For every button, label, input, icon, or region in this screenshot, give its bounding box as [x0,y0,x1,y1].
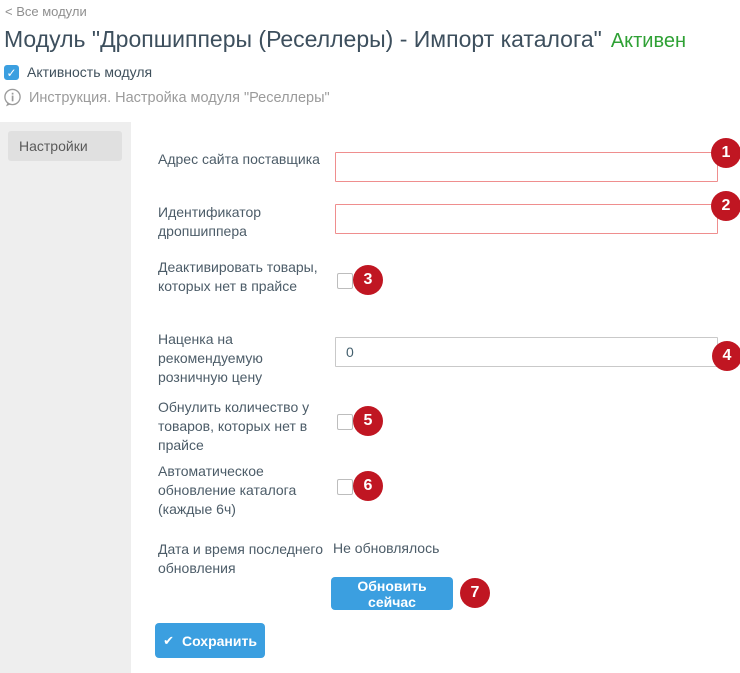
sidebar-tab-settings[interactable]: Настройки [8,131,122,161]
auto-update-checkbox[interactable] [337,479,353,495]
step-badge-5: 5 [353,406,383,436]
module-activity-label: Активность модуля [27,64,152,80]
field-label-dropshipper-id: Идентификатор дропшиппера [158,203,330,241]
module-activity-row: ✓ Активность модуля [4,64,152,80]
settings-sidebar: Настройки [0,122,131,673]
field-label-supplier-site: Адрес сайта поставщика [158,150,330,169]
step-badge-2: 2 [711,191,740,221]
module-status-badge: Активен [611,30,686,52]
step-badge-3: 3 [353,265,383,295]
update-now-button[interactable]: Обновить сейчас [331,577,453,610]
deactivate-missing-checkbox[interactable] [337,273,353,289]
step-badge-6: 6 [353,471,383,501]
check-icon: ✔ [163,633,174,649]
step-badge-1: 1 [711,138,740,168]
dropshipper-id-input[interactable] [335,204,718,234]
field-label-last-update: Дата и время последнего обновления [158,540,330,578]
supplier-site-input[interactable] [335,152,718,182]
page-title: Модуль "Дропшипперы (Реселлеры) - Импорт… [4,26,686,53]
step-badge-7: 7 [460,578,490,608]
markup-input[interactable] [335,337,718,367]
field-label-auto-update: Автоматическое обновление каталога (кажд… [158,462,330,519]
instruction-link-label: Инструкция. Настройка модуля "Реселлеры" [29,90,330,106]
field-label-deactivate-missing: Деактивировать товары, которых нет в пра… [158,258,330,296]
last-update-value: Не обновлялось [333,540,439,556]
save-button-label: Сохранить [182,633,257,649]
info-icon [3,88,22,107]
module-activity-checkbox[interactable]: ✓ [4,65,19,80]
breadcrumb-all-modules-link[interactable]: < Все модули [5,4,87,19]
step-badge-4: 4 [712,341,740,371]
instruction-link[interactable]: Инструкция. Настройка модуля "Реселлеры" [3,88,330,107]
save-button[interactable]: ✔ Сохранить [155,623,265,658]
field-label-markup: Наценка на рекомендуемую розничную цену [158,330,330,387]
zero-quantity-checkbox[interactable] [337,414,353,430]
module-title-text: Модуль "Дропшипперы (Реселлеры) - Импорт… [4,26,602,52]
field-label-zero-quantity: Обнулить количество у товаров, которых н… [158,398,330,455]
